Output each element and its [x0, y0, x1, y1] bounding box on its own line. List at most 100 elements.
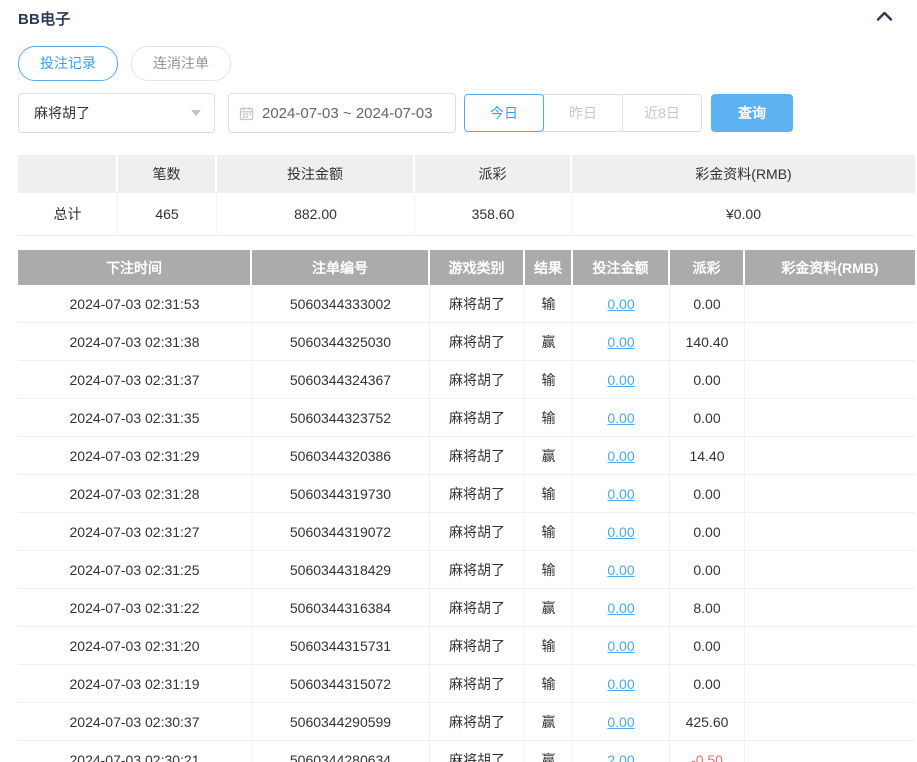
bet-amount-link[interactable]: 0.00 [607, 486, 634, 502]
bet-amount-link[interactable]: 0.00 [607, 562, 634, 578]
payout: 0.00 [670, 513, 745, 551]
search-button[interactable]: 查询 [711, 94, 793, 132]
game-type: 麻将胡了 [430, 703, 525, 741]
tab-bet-records[interactable]: 投注记录 [18, 45, 118, 81]
table-row: 2024-07-03 02:31:53 5060344333002 麻将胡了输 0.0… [18, 285, 915, 323]
payout: 425.60 [670, 703, 745, 741]
game-type: 麻将胡了 [430, 399, 525, 437]
bet-time: 2024-07-03 02:31:38 [18, 323, 252, 361]
bet-amount-link[interactable]: 0.00 [607, 334, 634, 350]
table-row: 2024-07-03 02:31:29 5060344320386 麻将胡了赢 0.0… [18, 437, 915, 475]
payout: -0.50 [670, 741, 745, 762]
bet-time: 2024-07-03 02:31:28 [18, 475, 252, 513]
table-row: 2024-07-03 02:31:20 5060344315731 麻将胡了输 0.0… [18, 627, 915, 665]
panel-header: BB电子 [18, 8, 915, 30]
date-range-input[interactable]: 2024-07-03 ~ 2024-07-03 [228, 93, 456, 133]
result: 赢 [525, 437, 573, 475]
result: 赢 [525, 703, 573, 741]
result: 输 [525, 285, 573, 323]
bet-time: 2024-07-03 02:30:21 [18, 741, 252, 762]
table-row: 2024-07-03 02:31:28 5060344319730 麻将胡了输 0.0… [18, 475, 915, 513]
records-header-game-type: 游戏类别 [430, 250, 525, 285]
bet-amount-cell: 0.00 [573, 703, 670, 741]
result: 输 [525, 627, 573, 665]
payout: 0.00 [670, 475, 745, 513]
payout: 0.00 [670, 399, 745, 437]
bet-amount-link[interactable]: 0.00 [607, 410, 634, 426]
result: 赢 [525, 323, 573, 361]
game-type: 麻将胡了 [430, 513, 525, 551]
payout: 140.40 [670, 323, 745, 361]
result: 输 [525, 665, 573, 703]
bet-records-panel: BB电子 投注记录 连消注单 麻将胡了 2024-07-03 ~ 2024-07… [0, 0, 917, 762]
table-row: 2024-07-03 02:31:19 5060344315072 麻将胡了输 0.0… [18, 665, 915, 703]
order-number: 5060344333002 [252, 285, 430, 323]
table-row: 2024-07-03 02:31:38 5060344325030 麻将胡了赢 0.0… [18, 323, 915, 361]
bet-amount-cell: 0.00 [573, 513, 670, 551]
bonus [745, 323, 915, 361]
summary-header-bet-amount: 投注金额 [217, 155, 415, 193]
chevron-down-icon [191, 110, 201, 116]
result: 赢 [525, 741, 573, 762]
payout: 0.00 [670, 665, 745, 703]
collapse-button[interactable] [868, 8, 901, 27]
game-select[interactable]: 麻将胡了 [18, 93, 215, 133]
result: 输 [525, 475, 573, 513]
bet-amount-link[interactable]: 0.00 [607, 296, 634, 312]
bet-time: 2024-07-03 02:31:35 [18, 399, 252, 437]
quick-button-yesterday[interactable]: 昨日 [543, 94, 623, 132]
bonus [745, 361, 915, 399]
quick-button-today[interactable]: 今日 [464, 94, 544, 132]
bonus [745, 437, 915, 475]
payout: 0.00 [670, 627, 745, 665]
payout: 0.00 [670, 551, 745, 589]
bet-time: 2024-07-03 02:31:53 [18, 285, 252, 323]
summary-total-bonus: ¥0.00 [572, 193, 915, 236]
bet-amount-link[interactable]: 2.00 [607, 752, 634, 762]
bet-time: 2024-07-03 02:31:20 [18, 627, 252, 665]
bet-time: 2024-07-03 02:31:22 [18, 589, 252, 627]
tab-cancelled-orders[interactable]: 连消注单 [131, 45, 231, 81]
bet-amount-link[interactable]: 0.00 [607, 600, 634, 616]
result: 输 [525, 361, 573, 399]
order-number: 5060344324367 [252, 361, 430, 399]
records-header-bet-time: 下注时间 [18, 250, 252, 285]
payout: 0.00 [670, 361, 745, 399]
table-row: 2024-07-03 02:31:25 5060344318429 麻将胡了输 0.0… [18, 551, 915, 589]
game-type: 麻将胡了 [430, 361, 525, 399]
order-number: 5060344319072 [252, 513, 430, 551]
game-type: 麻将胡了 [430, 285, 525, 323]
bet-amount-cell: 0.00 [573, 323, 670, 361]
records-header-payout: 派彩 [670, 250, 745, 285]
order-number: 5060344280634 [252, 741, 430, 762]
order-number: 5060344320386 [252, 437, 430, 475]
bonus [745, 399, 915, 437]
bet-amount-link[interactable]: 0.00 [607, 676, 634, 692]
bonus [745, 551, 915, 589]
page-title: BB电子 [18, 11, 71, 28]
table-row: 2024-07-03 02:31:22 5060344316384 麻将胡了赢 0.0… [18, 589, 915, 627]
bonus [745, 665, 915, 703]
result: 赢 [525, 589, 573, 627]
bet-amount-link[interactable]: 0.00 [607, 372, 634, 388]
bet-amount-cell: 0.00 [573, 285, 670, 323]
bet-time: 2024-07-03 02:31:37 [18, 361, 252, 399]
bet-time: 2024-07-03 02:31:27 [18, 513, 252, 551]
bet-amount-link[interactable]: 0.00 [607, 448, 634, 464]
bet-time: 2024-07-03 02:31:29 [18, 437, 252, 475]
quick-button-last-8-days[interactable]: 近8日 [622, 94, 702, 132]
bet-amount-cell: 0.00 [573, 361, 670, 399]
bet-amount-cell: 0.00 [573, 627, 670, 665]
records-table-body: 2024-07-03 02:31:53 5060344333002 麻将胡了输 0.0… [18, 285, 915, 762]
bet-amount-link[interactable]: 0.00 [607, 638, 634, 654]
summary-total-row: 总计 465 882.00 358.60 ¥0.00 [18, 193, 915, 236]
result: 输 [525, 513, 573, 551]
records-header-row: 下注时间 注单编号 游戏类别 结果 投注金额 派彩 彩金资料(RMB) [18, 250, 915, 285]
order-number: 5060344290599 [252, 703, 430, 741]
bet-amount-link[interactable]: 0.00 [607, 524, 634, 540]
order-number: 5060344315731 [252, 627, 430, 665]
calendar-icon [239, 106, 254, 121]
table-row: 2024-07-03 02:30:37 5060344290599 麻将胡了赢 0.0… [18, 703, 915, 741]
order-number: 5060344315072 [252, 665, 430, 703]
bet-amount-link[interactable]: 0.00 [607, 714, 634, 730]
